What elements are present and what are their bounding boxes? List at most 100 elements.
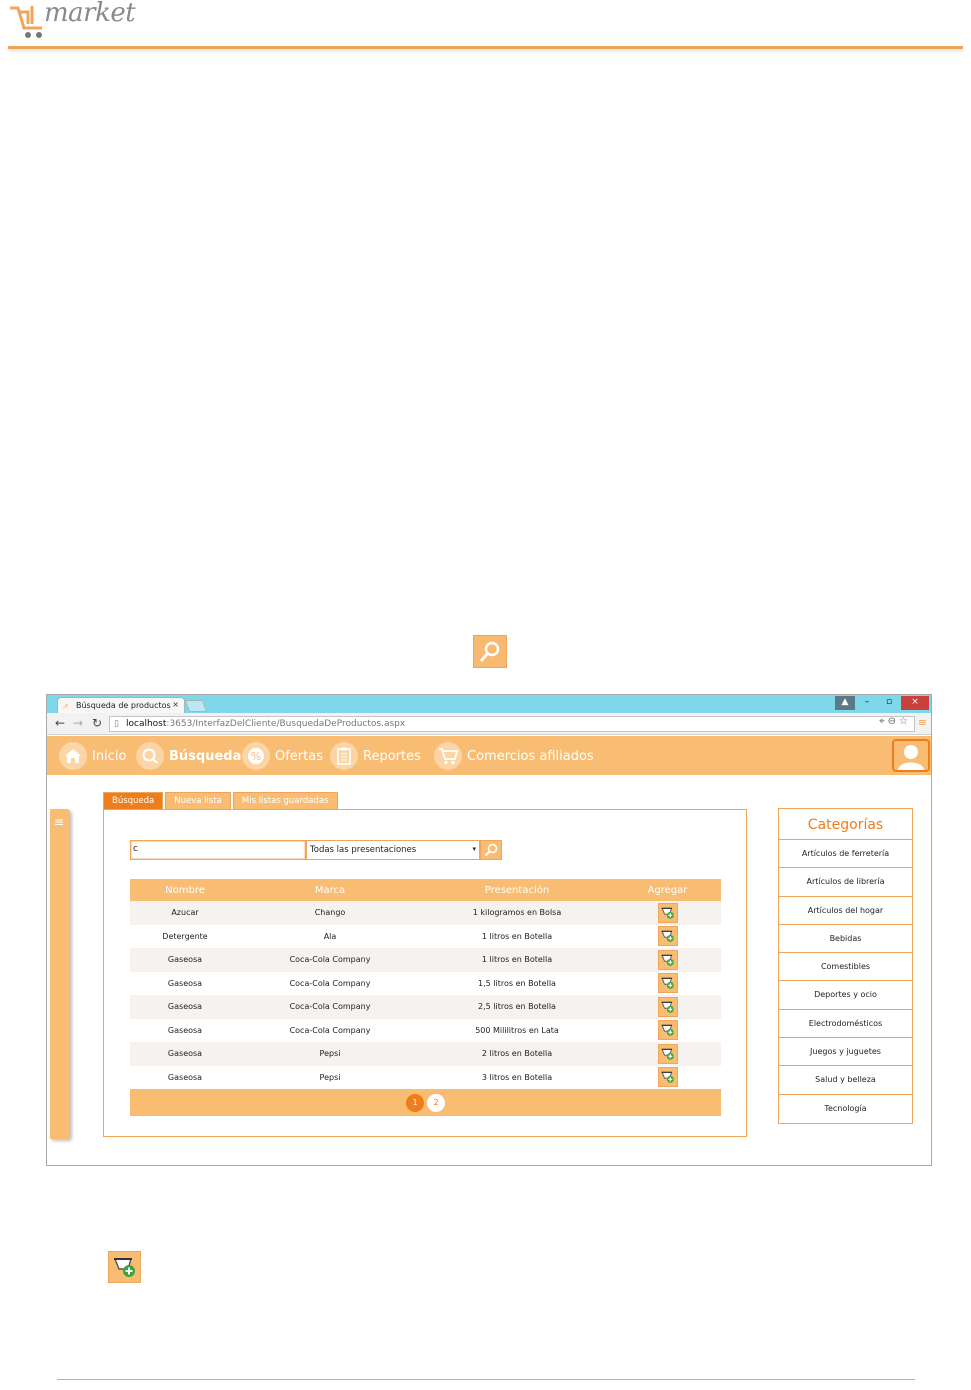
cart-add-icon	[660, 1025, 674, 1037]
cell-agregar	[614, 949, 721, 970]
url-path: :3653/InterfazDelCliente/BusquedaDeProdu…	[166, 719, 406, 729]
category-item[interactable]: Salud y belleza	[779, 1066, 912, 1095]
page-2-button[interactable]: 2	[427, 1093, 445, 1112]
app-navbar: Inicio Búsqueda % Ofertas Reportes Comer…	[47, 736, 931, 775]
cell-marca: Coca-Cola Company	[289, 1025, 371, 1035]
categories-panel: Categorías Artículos de ferretería Artícu…	[778, 808, 913, 1124]
header-rule	[8, 46, 963, 49]
cell-marca: Pepsi	[319, 1072, 341, 1082]
add-to-list-button[interactable]	[657, 1043, 678, 1064]
categories-list: Artículos de ferretería Artículos de libr…	[779, 840, 912, 1123]
nav-item-reportes[interactable]: Reportes	[330, 741, 421, 771]
nav-label: Reportes	[363, 748, 421, 764]
cell-agregar	[614, 926, 721, 947]
restore-button[interactable]: ▫	[879, 696, 899, 710]
table-row: Gaseosa Pepsi 2 litros en Botella	[130, 1042, 721, 1066]
add-to-list-button[interactable]	[657, 973, 678, 994]
close-button[interactable]: ×	[901, 696, 929, 710]
clipboard-icon	[330, 742, 358, 770]
page-1-button[interactable]: 1	[406, 1093, 424, 1112]
tab-close-icon[interactable]: ×	[172, 700, 179, 709]
category-item[interactable]: Artículos de ferretería	[779, 840, 912, 869]
browser-menu-icon[interactable]: ≡	[918, 716, 927, 729]
tab-title: Búsqueda de productos	[76, 701, 171, 710]
nav-item-busqueda[interactable]: Búsqueda	[136, 741, 241, 771]
cell-presentacion: 2,5 litros en Botella	[478, 1002, 556, 1012]
header-presentacion: Presentación	[484, 884, 550, 896]
nav-item-ofertas[interactable]: % Ofertas	[242, 741, 323, 771]
search-input[interactable]: c	[130, 840, 306, 860]
cart-logo-icon	[10, 6, 42, 38]
category-item[interactable]: Bebidas	[779, 925, 912, 954]
new-tab-button[interactable]	[184, 700, 208, 712]
nav-item-comercios[interactable]: Comercios afiliados	[434, 741, 594, 771]
cell-nombre: Azucar	[171, 908, 199, 918]
cell-marca: Coca-Cola Company	[289, 978, 371, 988]
address-bar: ← → ↻ ▯ localhost:3653/InterfazDelClient…	[47, 713, 931, 735]
tab-nueva-lista[interactable]: Nueva lista	[165, 792, 231, 809]
user-profile-icon[interactable]: ▲	[835, 696, 855, 710]
cell-nombre: Gaseosa	[167, 955, 203, 965]
cell-presentacion: 1 kilogramos en Bolsa	[472, 908, 562, 918]
back-icon[interactable]: ←	[55, 716, 65, 730]
tab-busqueda[interactable]: Búsqueda	[103, 792, 164, 809]
minimize-button[interactable]: –	[857, 696, 877, 710]
cart-add-icon	[660, 907, 674, 919]
category-item[interactable]: Tecnología	[779, 1095, 912, 1123]
search-button-icon	[473, 635, 507, 668]
page-tabs: Búsqueda Nueva lista Mis listas guardada…	[103, 792, 338, 809]
add-to-list-button[interactable]	[657, 926, 678, 947]
add-to-list-button[interactable]	[657, 1020, 678, 1041]
cell-presentacion: 1,5 litros en Botella	[478, 978, 556, 988]
forward-icon[interactable]: →	[73, 716, 83, 730]
category-item[interactable]: Deportes y ocio	[779, 981, 912, 1010]
category-item[interactable]: Artículos de librería	[779, 868, 912, 897]
side-menu-toggle[interactable]: ≡	[50, 809, 70, 1139]
cell-nombre: Gaseosa	[167, 1002, 203, 1012]
nav-item-inicio[interactable]: Inicio	[59, 741, 126, 771]
category-item[interactable]: Artículos del hogar	[779, 897, 912, 925]
cell-nombre: Gaseosa	[167, 1072, 203, 1082]
table-row: Gaseosa Coca-Cola Company 1,5 litros en Bo…	[130, 972, 721, 996]
add-to-list-button[interactable]	[657, 949, 678, 970]
cell-presentacion: 1 litros en Botella	[481, 955, 553, 965]
search-button[interactable]	[480, 840, 502, 860]
user-icon	[898, 745, 924, 770]
cell-nombre: Gaseosa	[167, 1049, 203, 1059]
category-item[interactable]: Juegos y juguetes	[779, 1038, 912, 1067]
hamburger-icon: ≡	[54, 815, 65, 829]
presentation-select[interactable]: Todas las presentaciones ▾	[306, 840, 480, 860]
cell-marca: Coca-Cola Company	[289, 955, 371, 965]
cell-agregar	[614, 996, 721, 1017]
categories-title: Categorías	[779, 809, 912, 840]
cell-marca: Pepsi	[319, 1049, 341, 1059]
tab-mis-listas[interactable]: Mis listas guardadas	[232, 792, 338, 809]
cell-agregar	[614, 973, 721, 994]
cell-presentacion: 3 litros en Botella	[481, 1072, 553, 1082]
url-tools-icons[interactable]: ⌖⊖☆	[879, 716, 911, 727]
add-to-list-button[interactable]	[657, 1067, 678, 1088]
cart-add-icon	[660, 1048, 674, 1060]
add-to-list-button[interactable]	[657, 902, 678, 923]
cell-nombre: Gaseosa	[167, 978, 203, 988]
cart-add-icon	[660, 954, 674, 966]
nav-label: Inicio	[92, 748, 127, 764]
search-panel: c Todas las presentaciones ▾ Nombre Marc…	[103, 809, 747, 1137]
reload-icon[interactable]: ↻	[92, 716, 102, 730]
category-item[interactable]: Electrodomésticos	[779, 1010, 912, 1039]
table-row: Azucar Chango 1 kilogramos en Bolsa	[130, 901, 721, 925]
grid-header: Nombre Marca Presentación Agregar	[130, 879, 721, 901]
logo-text: market	[44, 0, 136, 28]
browser-tab[interactable]: ⩘ Búsqueda de productos ×	[57, 697, 185, 713]
cell-presentacion: 2 litros en Botella	[481, 1049, 553, 1059]
user-avatar[interactable]	[892, 739, 930, 772]
results-grid: Nombre Marca Presentación Agregar Azucar…	[130, 879, 721, 1116]
table-row: Gaseosa Coca-Cola Company 1 litros en Bote…	[130, 948, 721, 972]
url-input[interactable]: ▯ localhost:3653/InterfazDelCliente/Busq…	[109, 716, 915, 732]
category-item[interactable]: Comestibles	[779, 953, 912, 982]
nav-label: Búsqueda	[169, 748, 242, 764]
search-row: c Todas las presentaciones ▾	[130, 840, 502, 860]
cell-agregar	[614, 902, 721, 923]
cart-add-icon	[660, 1001, 674, 1013]
add-to-list-button[interactable]	[657, 996, 678, 1017]
